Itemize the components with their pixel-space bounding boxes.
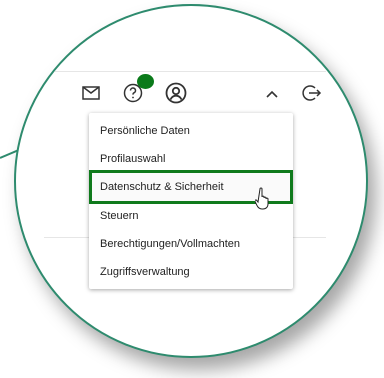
menu-item-zugriffsverwaltung[interactable]: Zugriffsverwaltung xyxy=(89,258,293,286)
user-icon[interactable] xyxy=(165,82,187,104)
notification-badge xyxy=(137,74,154,89)
menu-item-label: Berechtigungen/Vollmachten xyxy=(100,238,241,250)
logout-icon[interactable] xyxy=(302,83,322,103)
menu-item-persoenliche-daten[interactable]: Persönliche Daten xyxy=(89,117,293,145)
mail-icon[interactable] xyxy=(82,86,100,100)
menu-item-berechtigungen-vollmachten[interactable]: Berechtigungen/Vollmachten xyxy=(89,230,293,258)
menu-item-profilauswahl[interactable]: Profilauswahl xyxy=(89,145,293,173)
menu-item-label: Profilauswahl xyxy=(100,153,166,165)
hand-pointer-icon xyxy=(255,187,269,210)
menu-item-label: Datenschutz & Sicherheit xyxy=(100,181,224,193)
menu-item-label: Steuern xyxy=(100,210,139,222)
menu-item-label: Zugriffsverwaltung xyxy=(100,266,190,278)
chevron-up-icon[interactable] xyxy=(265,89,279,99)
menu-item-label: Persönliche Daten xyxy=(100,125,190,137)
header-divider xyxy=(44,71,326,72)
magnifier-circle: Persönliche Daten Profilauswahl Datensch… xyxy=(14,4,368,358)
